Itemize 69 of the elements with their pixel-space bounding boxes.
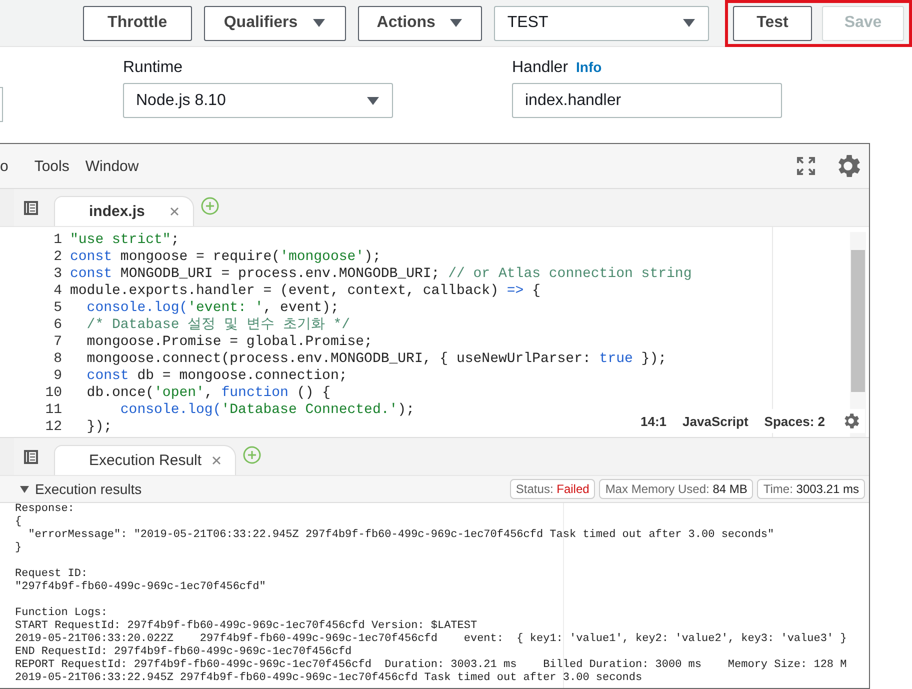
code-line: const mongoose = require('mongoose'); bbox=[70, 249, 381, 266]
line-number: 9 bbox=[54, 368, 62, 385]
result-badge: Max Memory Used: 84 MB bbox=[599, 479, 754, 499]
toolbar-button[interactable]: Throttle bbox=[83, 6, 192, 40]
code-line: "use strict"; bbox=[70, 232, 180, 249]
line-number: 3 bbox=[54, 266, 62, 283]
output-line: Request ID: bbox=[15, 568, 88, 581]
file-tab[interactable]: index.js bbox=[54, 196, 194, 226]
line-number: 2 bbox=[54, 249, 62, 266]
menu-item[interactable]: Tools bbox=[26, 158, 78, 174]
code-line: console.log('event: ', event); bbox=[86, 300, 339, 317]
handler-input[interactable]: index.handler bbox=[512, 83, 782, 118]
output-line: Response: bbox=[15, 503, 74, 516]
output-line: "errorMessage": "2019-05-21T06:33:22.945Z 297f4b9f-fb60-499c-969c-1ec70f456cfd Task timed out after 3.00 seconds" bbox=[27, 529, 774, 542]
line-number: 7 bbox=[54, 334, 62, 351]
test-event-select[interactable]: TEST bbox=[494, 6, 709, 40]
language-mode[interactable]: JavaScript bbox=[682, 414, 748, 428]
output-line: } bbox=[15, 542, 22, 555]
caret-icon bbox=[366, 96, 380, 106]
input-field[interactable] bbox=[0, 87, 3, 122]
field-label: Handler bbox=[512, 59, 568, 77]
close-icon[interactable] bbox=[170, 207, 179, 216]
info-link[interactable]: Info bbox=[576, 59, 602, 75]
caret-icon bbox=[312, 18, 326, 28]
close-icon[interactable] bbox=[212, 456, 221, 465]
tab-list-icon[interactable] bbox=[24, 200, 40, 214]
tab-list-icon[interactable] bbox=[24, 450, 40, 464]
code-line: /* Database 설정 및 변수 초기화 */ bbox=[86, 317, 350, 334]
line-number: 1 bbox=[54, 232, 62, 249]
output-line: REPORT RequestId: 297f4b9f-fb60-499c-969c-1ec70f456cfd Duration: 3003.21 ms Billed Duration: 3000 ms Memory Size: 128 M bbox=[15, 659, 847, 672]
code-line: const MONGODB_URI = process.env.MONGODB_URI; // or Atlas connection string bbox=[70, 266, 692, 283]
code-line: mongoose.Promise = global.Promise; bbox=[86, 334, 372, 351]
code-line: const db = mongoose.connection; bbox=[86, 368, 348, 385]
output-line: 2019-05-21T06:33:20.022Z 297f4b9f-fb60-499c-969c-1ec70f456cfd event: { key1: 'value1', key2: 'value2', key3: 'value3' } bbox=[15, 633, 847, 646]
indent-setting[interactable]: Spaces: 2 bbox=[764, 414, 825, 428]
code-line: module.exports.handler = (event, context, callback) => { bbox=[70, 283, 540, 300]
field-label: Runtime bbox=[123, 59, 184, 77]
output-line: 2019-05-21T06:33:22.945Z 297f4b9f-fb60-499c-969c-1ec70f456cfd Task timed out after 3.00 seconds bbox=[15, 672, 642, 685]
runtime-select[interactable]: Node.js 8.10 bbox=[123, 83, 393, 118]
caret-icon bbox=[20, 486, 29, 492]
cursor-position: 14:1 bbox=[640, 414, 667, 428]
line-number: 11 bbox=[45, 402, 62, 419]
output-line: END RequestId: 297f4b9f-fb60-499c-969c-1ec70f456cfd bbox=[15, 646, 352, 659]
line-number: 6 bbox=[54, 317, 62, 334]
code-line: }); bbox=[86, 419, 112, 436]
output-line: START RequestId: 297f4b9f-fb60-499c-969c-1ec70f456cfd Version: $LATEST bbox=[15, 620, 478, 633]
console-tab[interactable]: Execution Result bbox=[54, 445, 236, 475]
line-number: 4 bbox=[54, 283, 62, 300]
menu-item[interactable]: Window bbox=[77, 158, 147, 174]
test-button[interactable]: Test bbox=[733, 6, 812, 40]
fullscreen-icon[interactable] bbox=[797, 157, 815, 175]
caret-icon bbox=[682, 18, 696, 28]
code-line: db.once('open', function () { bbox=[86, 385, 330, 402]
output-line: "297f4b9f-fb60-499c-969c-1ec70f456cfd" bbox=[15, 581, 266, 594]
line-number: 12 bbox=[45, 419, 62, 436]
code-line: console.log('Database Connected.'); bbox=[119, 402, 414, 419]
dropdown-button[interactable]: Qualifiers bbox=[204, 6, 346, 40]
line-number: 5 bbox=[54, 300, 62, 317]
result-badge: Status: Failed bbox=[510, 479, 596, 499]
output-line: { bbox=[15, 516, 22, 529]
code-line: mongoose.connect(process.env.MONGODB_URI, { useNewUrlParser: true }); bbox=[86, 351, 667, 368]
output-line: Function Logs: bbox=[15, 607, 108, 620]
result-badge: Time: 3003.21 ms bbox=[757, 479, 865, 499]
line-number: 10 bbox=[45, 385, 62, 402]
line-number: 8 bbox=[54, 351, 62, 368]
menu-item[interactable]: o bbox=[0, 158, 16, 174]
dropdown-button[interactable]: Actions bbox=[358, 6, 482, 40]
section-toggle[interactable]: Execution results bbox=[20, 481, 142, 497]
caret-icon bbox=[449, 18, 464, 28]
